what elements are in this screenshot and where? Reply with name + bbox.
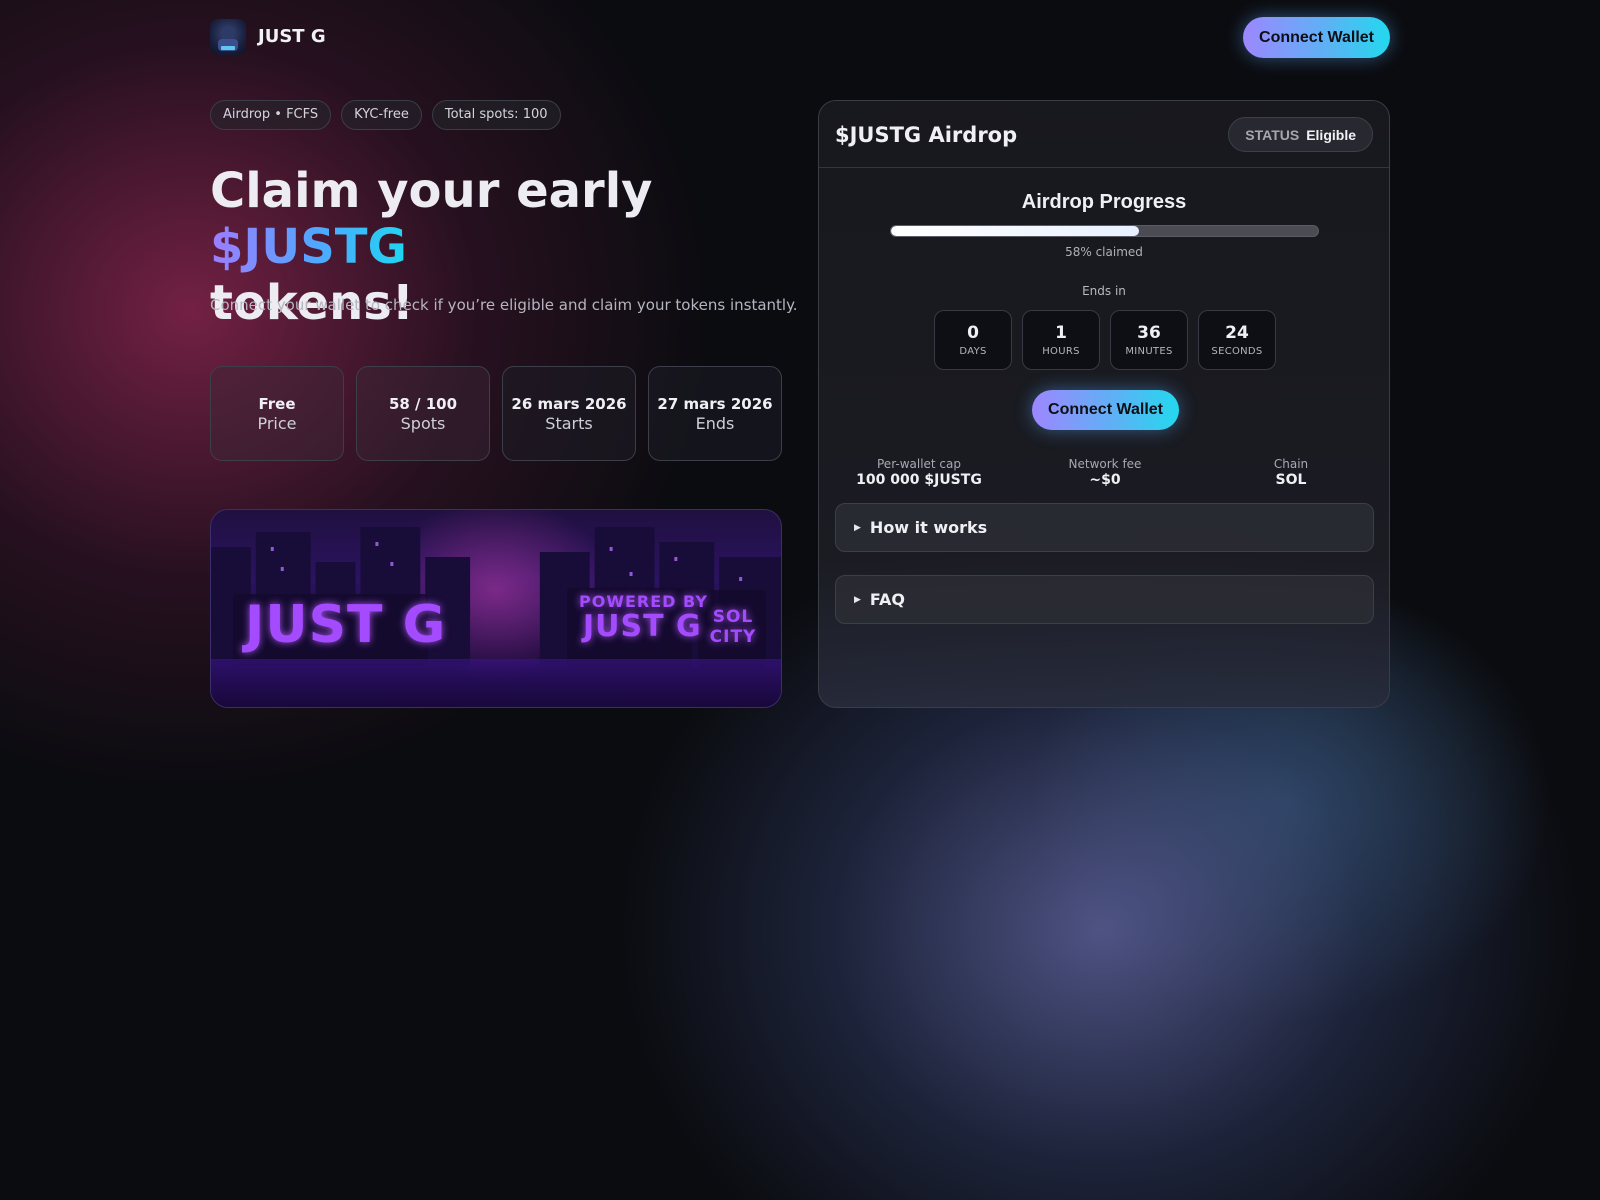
disclosure-triangle-icon: ▶	[854, 522, 861, 533]
countdown-unit: SECONDS	[1211, 346, 1263, 357]
hero-banner-image: JUST G POWERED BY JUST G SOL CITY	[210, 509, 782, 708]
stat-label: Starts	[545, 413, 593, 433]
progress-bar-fill	[891, 226, 1139, 236]
countdown: 0 DAYS 1 HOURS 36 MINUTES 24 SECONDS	[934, 310, 1276, 370]
meta-network-fee: Network fee ~$0	[1015, 457, 1195, 488]
countdown-unit: HOURS	[1042, 346, 1080, 357]
meta-per-wallet-cap: Per-wallet cap 100 000 $JUSTG	[829, 457, 1009, 488]
stat-label: Price	[257, 413, 297, 433]
disclosure-triangle-icon: ▶	[854, 594, 861, 605]
stat-starts: 26 mars 2026 Starts	[502, 366, 636, 461]
countdown-value: 36	[1137, 323, 1161, 343]
card-title: $JUSTG Airdrop	[835, 123, 1018, 147]
progress-claimed-text: 58% claimed	[1065, 245, 1143, 259]
accordion-how-it-works[interactable]: ▶ How it works	[835, 503, 1374, 552]
pill-airdrop-fcfs: Airdrop • FCFS	[210, 100, 332, 130]
meta-value: ~$0	[1089, 472, 1121, 488]
stat-label: Spots	[400, 413, 446, 433]
graffiti-main-text: JUST G	[245, 595, 447, 655]
brand-logo[interactable]	[210, 19, 246, 55]
meta-key: Network fee	[1068, 457, 1142, 471]
meta-key: Chain	[1273, 457, 1309, 471]
hero-line1: Claim your early	[210, 163, 653, 219]
meta-chain: Chain SOL	[1201, 457, 1381, 488]
card-connect-wallet-button[interactable]: Connect Wallet	[1032, 390, 1179, 430]
graffiti-sol-city: SOL CITY	[709, 607, 757, 647]
airdrop-card: $JUSTG Airdrop STATUS Eligible Airdrop P…	[818, 100, 1390, 708]
countdown-label: Ends in	[1082, 284, 1126, 298]
progress-title: Airdrop Progress	[1021, 191, 1187, 213]
meta-key: Per-wallet cap	[877, 457, 961, 471]
pill-kyc-free: KYC-free	[341, 100, 422, 130]
stat-value: 58 / 100	[388, 394, 458, 413]
meta-value: SOL	[1275, 472, 1307, 488]
meta-value: 100 000 $JUSTG	[856, 472, 982, 488]
countdown-minutes: 36 MINUTES	[1110, 310, 1188, 370]
countdown-unit: MINUTES	[1125, 346, 1173, 357]
accordion-faq[interactable]: ▶ FAQ	[835, 575, 1374, 624]
status-label: STATUS	[1245, 126, 1300, 143]
status-badge: STATUS Eligible	[1228, 117, 1373, 152]
countdown-days: 0 DAYS	[934, 310, 1012, 370]
accordion-title: How it works	[869, 518, 988, 537]
brand-name[interactable]: JUST G	[258, 26, 326, 47]
header-connect-wallet-button[interactable]: Connect Wallet	[1243, 17, 1390, 58]
stat-value: Free	[258, 394, 296, 413]
countdown-value: 1	[1055, 323, 1067, 343]
countdown-seconds: 24 SECONDS	[1198, 310, 1276, 370]
accordion-title: FAQ	[869, 590, 905, 609]
tag-pills: Airdrop • FCFS KYC-free Total spots: 100	[210, 100, 561, 130]
stat-label: Ends	[695, 413, 735, 433]
card-header: $JUSTG Airdrop STATUS Eligible	[819, 101, 1389, 168]
status-value: Eligible	[1306, 126, 1356, 143]
stat-value: 27 mars 2026	[657, 394, 773, 413]
hero-subtitle: Connect your wallet to check if you’re e…	[210, 296, 798, 314]
stat-price: Free Price	[210, 366, 344, 461]
hero-token: $JUSTG	[210, 219, 407, 275]
stat-value: 26 mars 2026	[511, 394, 627, 413]
countdown-unit: DAYS	[959, 346, 987, 357]
countdown-hours: 1 HOURS	[1022, 310, 1100, 370]
graffiti-powered-name: JUST G	[583, 609, 702, 644]
water-reflection	[211, 659, 781, 707]
countdown-value: 0	[967, 323, 979, 343]
stat-ends: 27 mars 2026 Ends	[648, 366, 782, 461]
stats-row: Free Price 58 / 100 Spots 26 mars 2026 S…	[210, 366, 782, 461]
pill-total-spots: Total spots: 100	[431, 100, 561, 130]
progress-bar	[890, 225, 1319, 237]
countdown-value: 24	[1225, 323, 1249, 343]
stat-spots: 58 / 100 Spots	[356, 366, 490, 461]
